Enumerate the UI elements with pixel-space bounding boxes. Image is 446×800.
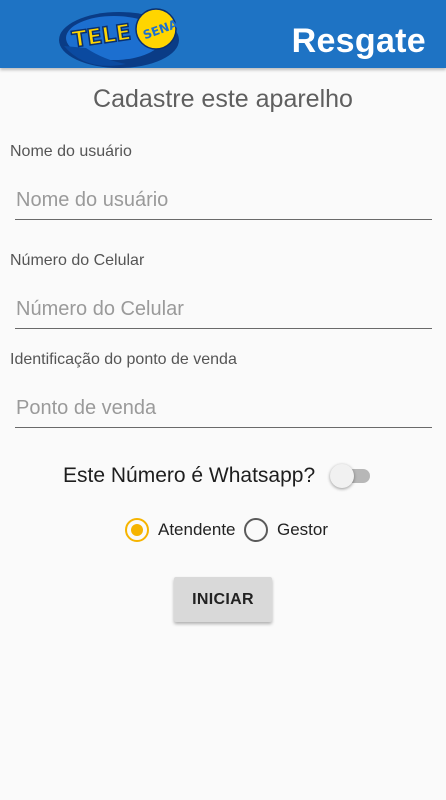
- radio-atendente-label: Atendente: [158, 520, 236, 539]
- username-label: Nome do usuário: [10, 143, 132, 160]
- page-title: Cadastre este aparelho: [93, 85, 353, 113]
- phone-input[interactable]: [15, 292, 432, 329]
- radio-atendente[interactable]: Atendente: [125, 517, 240, 545]
- point-of-sale-label: Identificação do ponto de venda: [10, 351, 237, 368]
- phone-label: Número do Celular: [10, 252, 145, 269]
- tele-sena-logo: TELE SENA: [59, 8, 181, 68]
- role-radio-group: Atendente Gestor: [0, 517, 446, 545]
- whatsapp-switch[interactable]: [330, 464, 370, 488]
- app-bar: TELE SENA Resgate: [0, 0, 446, 68]
- radio-gestor[interactable]: Gestor: [244, 517, 334, 545]
- whatsapp-label: Este Número é Whatsapp?: [63, 464, 316, 487]
- username-input[interactable]: [15, 183, 432, 220]
- radio-checked-icon: [125, 518, 149, 542]
- switch-thumb: [330, 464, 354, 488]
- app-title: Resgate: [291, 22, 426, 60]
- start-button[interactable]: INICIAR: [174, 577, 272, 622]
- radio-unchecked-icon: [244, 518, 268, 542]
- point-of-sale-input[interactable]: [15, 391, 432, 428]
- radio-dot: [131, 524, 143, 536]
- radio-gestor-label: Gestor: [277, 520, 329, 539]
- whatsapp-row: Este Número é Whatsapp?: [0, 460, 446, 490]
